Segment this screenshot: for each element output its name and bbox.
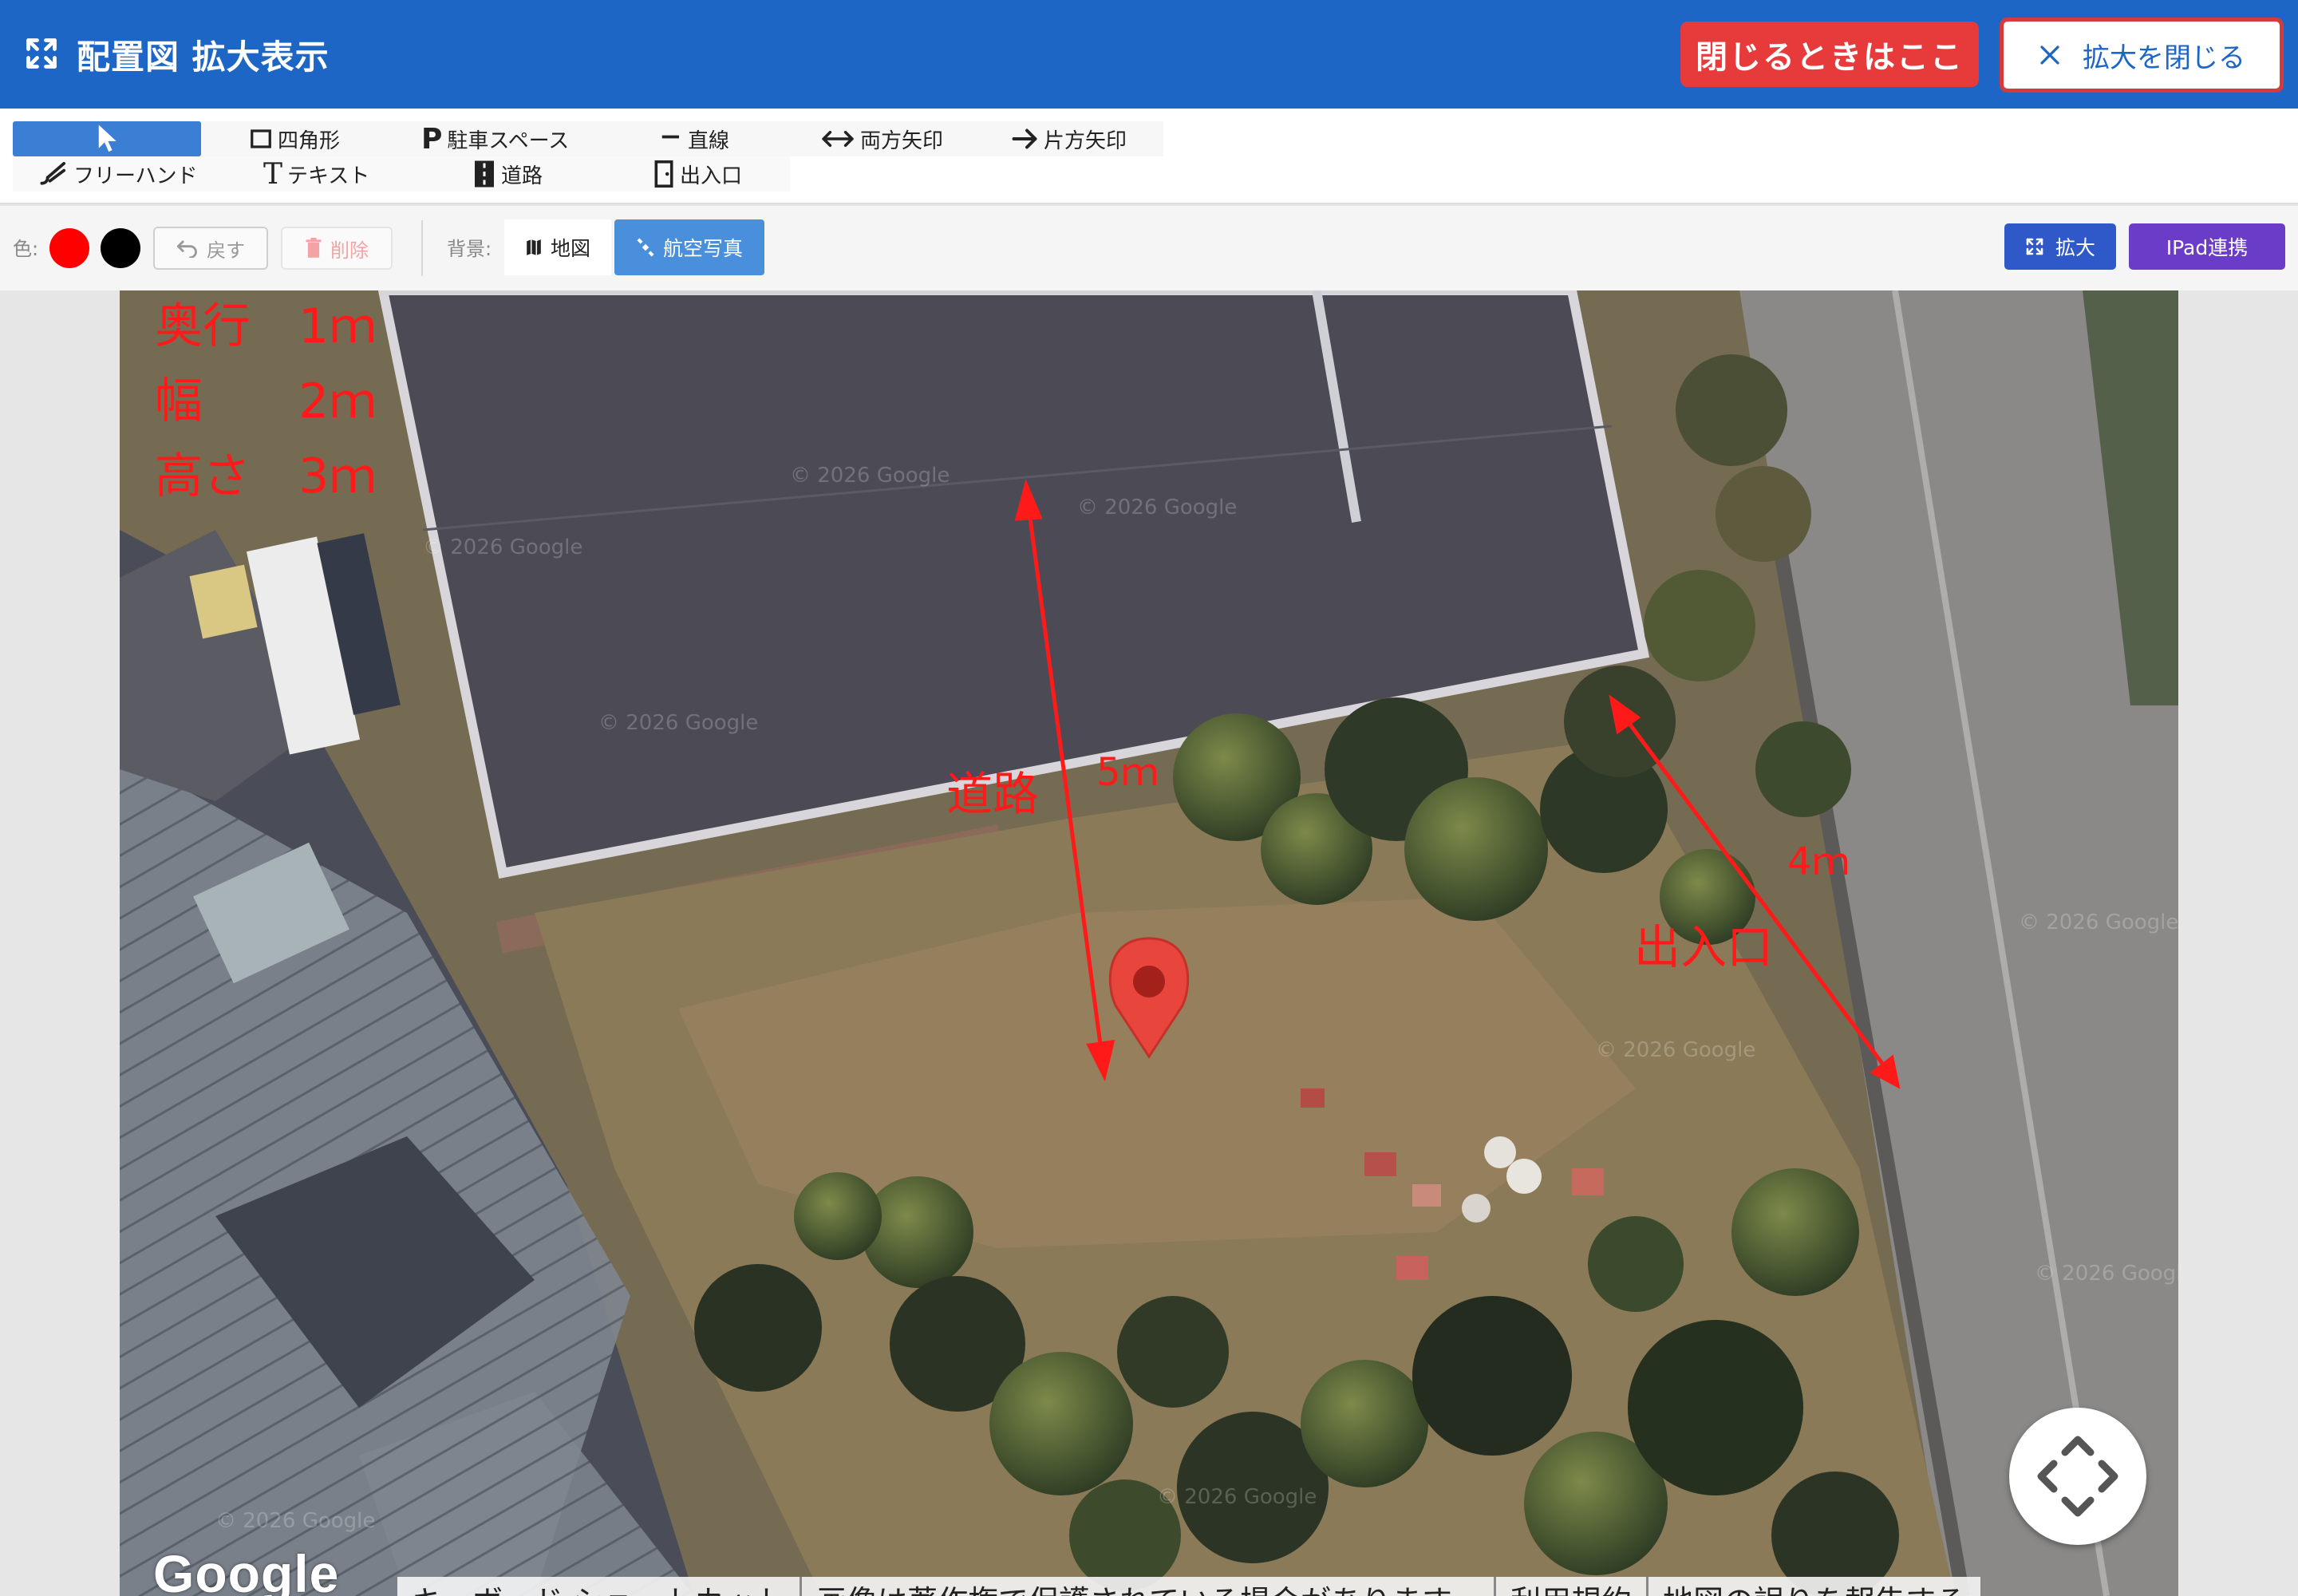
tool-parking[interactable]: P 駐車スペース [421, 121, 569, 156]
close-here-button[interactable]: 閉じるときはここ [1680, 22, 1979, 87]
door-icon [654, 160, 673, 188]
map-pan-control[interactable] [2009, 1408, 2146, 1545]
arrow-right-icon [1012, 128, 1037, 149]
map-watermark: © 2026 Google [2035, 1262, 2178, 1286]
drawing-toolbar: 四角形 P 駐車スペース 直線 両方矢印 片方矢印 フリーハンド T テキスト … [0, 109, 2298, 204]
copyright-notice: 画像は著作権で保護されている場合があります。 [802, 1577, 1497, 1596]
anno-road-length: 5ｍ [1096, 750, 1159, 795]
tool-text[interactable]: T テキスト [263, 156, 369, 192]
text-icon: T [263, 157, 283, 191]
tool-road-label: 道路 [501, 164, 543, 188]
tool-select[interactable] [13, 121, 201, 156]
tool-single-arrow[interactable]: 片方矢印 [1010, 121, 1127, 156]
close-zoom-label: 拡大を閉じる [2083, 41, 2245, 74]
bg-aerial-label: 航空写真 [662, 237, 743, 260]
tool-rectangle[interactable]: 四角形 [249, 121, 340, 156]
tool-line[interactable]: 直線 [659, 121, 729, 156]
map-watermark: © 2026 Google [423, 535, 582, 559]
report-error-link[interactable]: 地図の誤りを報告する [1648, 1577, 1984, 1596]
color-label: 色: [13, 238, 39, 260]
header-bar: 配置図 拡大表示 閉じるときはここ 拡大を閉じる [0, 0, 2298, 109]
close-here-label: 閉じるときはここ [1696, 39, 1964, 76]
trash-icon [306, 238, 322, 258]
anno-road: 道路 [946, 767, 1040, 821]
map-watermark: © 2026 Google [2019, 911, 2178, 934]
color-swatch-red[interactable] [49, 228, 89, 268]
map-canvas[interactable]: © 2026 Google © 2026 Google © 2026 Googl… [120, 290, 2178, 1596]
anno-entrance: 出入口 [1634, 920, 1774, 974]
bg-map-button[interactable]: 地図 [504, 219, 611, 275]
background-label: 背景: [447, 238, 492, 260]
map-watermark: © 2026 Google [1157, 1485, 1317, 1509]
map-icon [527, 239, 541, 255]
dim-width: 幅 2ｍ [155, 373, 377, 429]
tool-parking-label: 駐車スペース [447, 128, 570, 153]
dim-depth: 奥行 1ｍ [155, 298, 377, 354]
anno-entrance-length: 4ｍ [1787, 839, 1850, 884]
brush-icon [40, 161, 66, 185]
dim-height: 高さ 3ｍ [155, 448, 377, 504]
tool-freehand[interactable]: フリーハンド [38, 156, 197, 192]
color-swatch-black[interactable] [101, 228, 140, 268]
undo-label: 戻す [207, 239, 245, 262]
tool-freehand-label: フリーハンド [73, 164, 198, 188]
zoom-button[interactable]: 拡大 [2004, 223, 2116, 270]
tool-entrance[interactable]: 出入口 [653, 156, 742, 192]
tool-single-arrow-label: 片方矢印 [1044, 128, 1127, 153]
tool-double-arrow[interactable]: 両方矢印 [820, 121, 943, 156]
delete-button[interactable]: 削除 [281, 227, 393, 270]
square-icon [251, 129, 271, 148]
line-icon [661, 135, 679, 139]
tool-road[interactable]: 道路 [472, 156, 543, 192]
close-zoom-button[interactable]: 拡大を閉じる [2000, 18, 2284, 93]
zoom-label: 拡大 [2055, 236, 2095, 259]
map-watermark: © 2026 Google [598, 711, 758, 735]
keyboard-shortcuts-link[interactable]: キーボード ショートカット [397, 1577, 803, 1596]
page-title: 配置図 拡大表示 [77, 38, 330, 77]
ipad-link-button[interactable]: IPad連携 [2129, 223, 2285, 270]
aerial-photo: © 2026 Google © 2026 Google © 2026 Googl… [120, 290, 2178, 1596]
map-watermark: © 2026 Google [790, 464, 950, 488]
cursor-icon [98, 124, 116, 152]
bg-map-label: 地図 [550, 237, 590, 260]
move-arrows-icon [2037, 1436, 2118, 1517]
tool-rectangle-label: 四角形 [278, 128, 341, 153]
tool-line-label: 直線 [688, 128, 730, 153]
google-logo: Google [153, 1544, 340, 1596]
terms-link[interactable]: 利用規約 [1496, 1577, 1649, 1596]
delete-label: 削除 [330, 239, 369, 262]
tool-entrance-label: 出入口 [680, 164, 743, 188]
parking-icon: P [421, 122, 443, 156]
undo-button[interactable]: 戻す [153, 227, 268, 270]
ipad-link-label: IPad連携 [2166, 236, 2249, 259]
map-watermark: © 2026 Google [1077, 496, 1237, 519]
satellite-icon [637, 238, 654, 257]
map-watermark: © 2026 Google [215, 1509, 375, 1533]
fullscreen-icon [26, 38, 57, 69]
map-footer-links: キーボード ショートカット 画像は著作権で保護されている場合があります。 利用規… [397, 1577, 1984, 1596]
map-watermark: © 2026 Google [1596, 1038, 1755, 1062]
double-arrow-icon [822, 130, 854, 148]
tool-double-arrow-label: 両方矢印 [860, 128, 944, 153]
road-icon [475, 160, 494, 188]
bg-aerial-button[interactable]: 航空写真 [614, 219, 764, 275]
close-icon [2040, 45, 2059, 65]
fullscreen-icon [2026, 238, 2043, 255]
tool-text-label: テキスト [287, 164, 370, 188]
option-bar: 色: 戻す 削除 背景: 地図 航空写真 拡大 IPad連携 [0, 206, 2298, 290]
undo-icon [176, 240, 197, 258]
